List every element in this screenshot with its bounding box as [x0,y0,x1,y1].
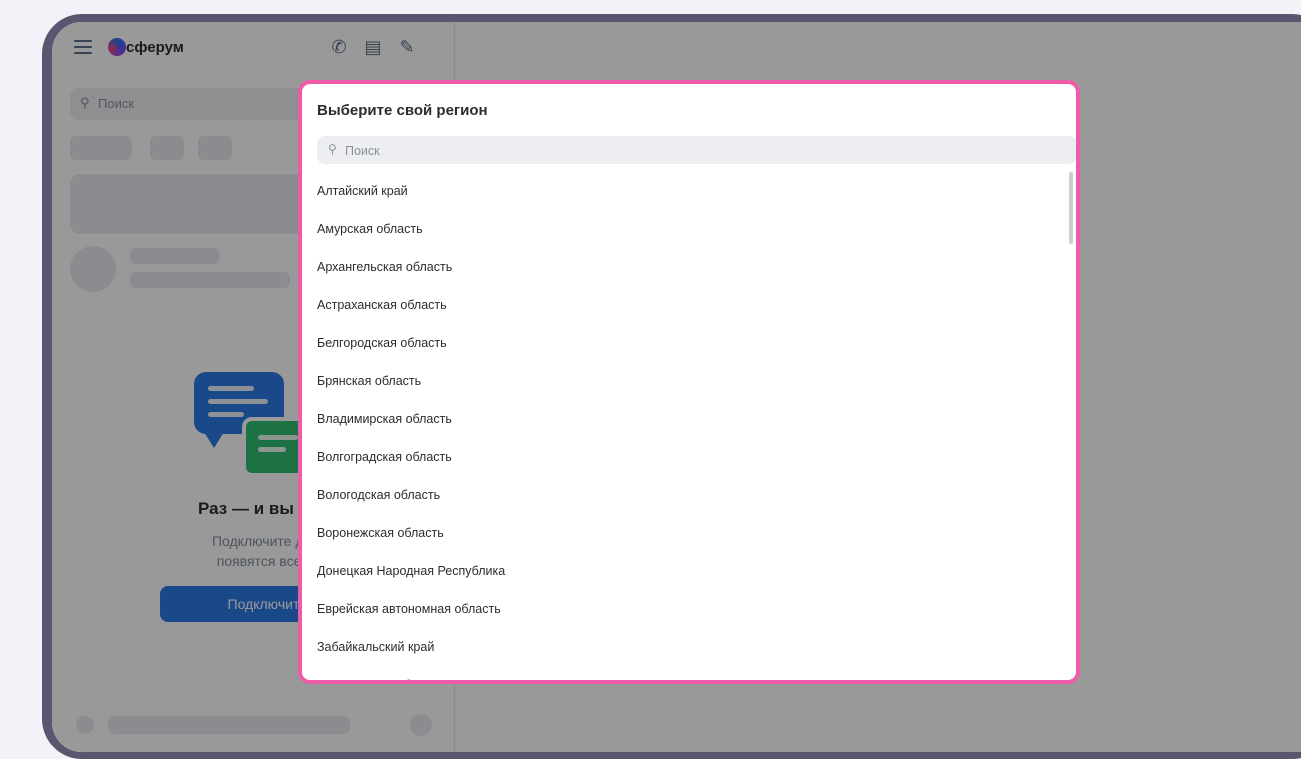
region-item[interactable]: Донецкая Народная Республика [317,552,1057,590]
region-item[interactable]: Волгоградская область [317,438,1057,476]
search-icon: ⚲ [328,142,337,156]
region-search-field: ⚲ [317,136,1076,166]
region-item[interactable]: Алтайский край [317,172,1057,210]
scrollbar[interactable] [1069,172,1073,244]
region-item[interactable]: Забайкальский край [317,628,1057,666]
region-item[interactable]: Архангельская область [317,248,1057,286]
region-item[interactable]: Амурская область [317,210,1057,248]
region-item[interactable]: Вологодская область [317,476,1057,514]
region-item[interactable]: Белгородская область [317,324,1057,362]
region-item[interactable]: Брянская область [317,362,1057,400]
dialog-title: Выберите свой регион [317,102,488,119]
region-item[interactable]: Еврейская автономная область [317,590,1057,628]
region-item[interactable]: Владимирская область [317,400,1057,438]
region-list: Алтайский край Амурская область Архангел… [302,172,1074,680]
region-item[interactable]: Воронежская область [317,514,1057,552]
region-search-input[interactable] [343,136,1067,166]
region-item[interactable]: Запорожская область [317,666,1057,680]
app-screen: сферум ✆ ▤ ✎ ⚲ Поиск Раз — и вы в нужн П… [52,22,1301,752]
region-select-dialog: Выберите свой регион ⚲ Алтайский край Ам… [298,80,1080,684]
region-item[interactable]: Астраханская область [317,286,1057,324]
